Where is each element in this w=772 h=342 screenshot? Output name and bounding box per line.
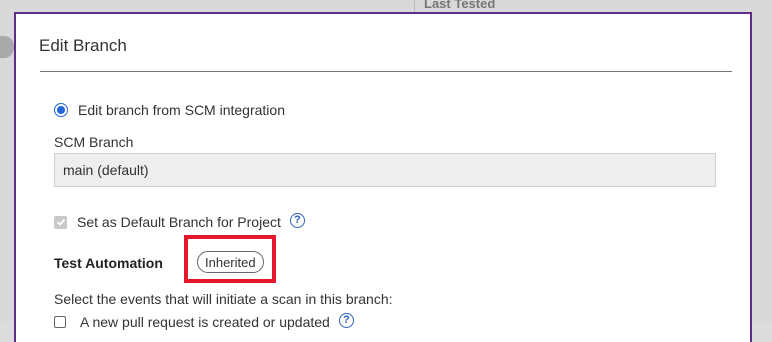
- scm-branch-label: SCM Branch: [54, 134, 134, 150]
- background-column-header: Last Tested: [424, 0, 496, 11]
- default-branch-label: Set as Default Branch for Project: [77, 214, 281, 230]
- pull-request-event-row[interactable]: A new pull request is created or updated…: [54, 312, 354, 330]
- default-branch-checkbox: [54, 215, 67, 229]
- inherited-badge: Inherited: [197, 251, 264, 273]
- pull-request-checkbox[interactable]: [54, 316, 66, 328]
- scm-branch-field: main (default): [54, 153, 716, 187]
- modal-title: Edit Branch: [39, 36, 127, 55]
- background-divider: [414, 0, 415, 12]
- edit-branch-modal: Edit Branch Edit branch from SCM integra…: [14, 12, 752, 342]
- title-divider: [40, 71, 732, 72]
- scm-integration-option[interactable]: Edit branch from SCM integration: [54, 102, 285, 118]
- pull-request-event-label: A new pull request is created or updated: [80, 314, 330, 330]
- scm-branch-value: main (default): [63, 162, 149, 178]
- scm-integration-radio[interactable]: [54, 103, 68, 117]
- test-automation-label: Test Automation: [54, 255, 163, 271]
- events-description: Select the events that will initiate a s…: [54, 291, 393, 307]
- question-circle-icon[interactable]: ?: [338, 312, 354, 328]
- scm-integration-label: Edit branch from SCM integration: [78, 102, 285, 118]
- default-branch-row: Set as Default Branch for Project ?: [54, 212, 305, 230]
- question-circle-icon[interactable]: ?: [289, 212, 305, 228]
- radio-selected-dot: [57, 106, 65, 114]
- checkmark-icon: [56, 218, 65, 226]
